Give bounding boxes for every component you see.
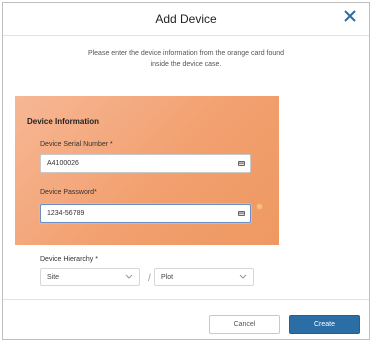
footer-divider	[3, 299, 369, 300]
add-device-dialog: Add Device Please enter the device infor…	[2, 2, 370, 340]
instructions-text: Please enter the device information from…	[3, 48, 369, 70]
dialog-title: Add Device	[155, 12, 217, 26]
plot-select-value: Plot	[161, 274, 174, 281]
hierarchy-separator: /	[148, 273, 151, 284]
device-hierarchy-label: Device Hierarchy *	[40, 256, 98, 263]
serial-number-label: Device Serial Number *	[40, 141, 113, 148]
keyboard-icon[interactable]	[238, 210, 245, 217]
password-field[interactable]: 1234-56789	[40, 204, 251, 223]
plot-select[interactable]: Plot	[154, 268, 254, 286]
device-info-title: Device Information	[27, 117, 100, 126]
instructions-line-2: inside the device case.	[150, 61, 222, 68]
keyboard-icon[interactable]	[238, 160, 245, 167]
close-icon[interactable]	[343, 9, 357, 23]
password-value: 1234-56789	[47, 210, 85, 217]
info-icon[interactable]	[256, 203, 263, 210]
create-button[interactable]: Create	[289, 315, 360, 334]
serial-number-field[interactable]: A4100026	[40, 154, 251, 173]
site-select[interactable]: Site	[40, 268, 140, 286]
cancel-button[interactable]: Cancel	[209, 315, 280, 334]
serial-number-value: A4100026	[47, 160, 79, 167]
site-select-value: Site	[47, 274, 60, 281]
password-label: Device Password*	[40, 189, 97, 196]
chevron-down-icon	[239, 274, 247, 279]
instructions-line-1: Please enter the device information from…	[87, 50, 285, 57]
chevron-down-icon	[125, 274, 133, 279]
dialog-header: Add Device	[3, 3, 369, 36]
